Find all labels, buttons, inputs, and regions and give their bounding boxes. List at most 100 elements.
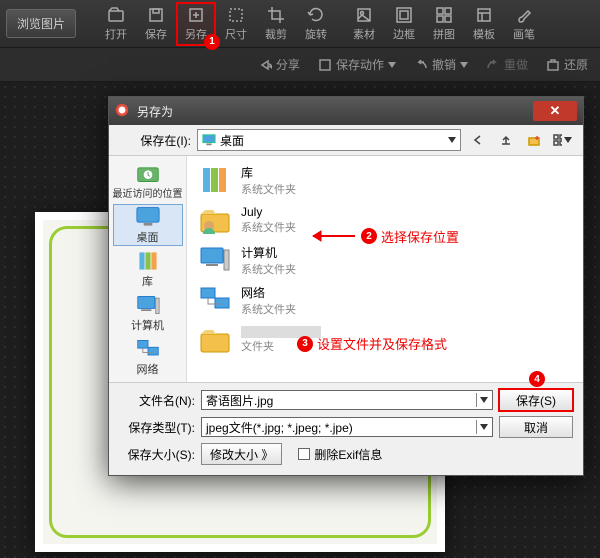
up-icon bbox=[499, 133, 513, 147]
tool-collage[interactable]: 拼图 bbox=[424, 2, 464, 46]
save-as-icon bbox=[187, 6, 205, 24]
restore-button[interactable]: 还原 bbox=[546, 56, 588, 73]
nav-back-button[interactable] bbox=[467, 129, 489, 151]
disk-icon bbox=[318, 58, 332, 72]
app-icon bbox=[115, 103, 131, 119]
tool-label: 素材 bbox=[353, 26, 375, 42]
network-icon bbox=[134, 337, 162, 361]
desktop-icon bbox=[134, 205, 162, 229]
recent-icon bbox=[134, 161, 162, 185]
view-mode-button[interactable] bbox=[551, 129, 573, 151]
tool-label: 模板 bbox=[473, 26, 495, 42]
tool-save[interactable]: 保存 bbox=[136, 2, 176, 46]
filetype-dropdown[interactable]: jpeg文件(*.jpg; *.jpeg; *.jpe) bbox=[201, 417, 493, 437]
places-bar: 最近访问的位置 桌面 库 计算机 网络 bbox=[109, 156, 187, 382]
tool-template[interactable]: 模板 bbox=[464, 2, 504, 46]
close-button[interactable]: ✕ bbox=[533, 101, 577, 121]
share-button[interactable]: 分享 bbox=[258, 56, 300, 73]
tool-rotate[interactable]: 旋转 bbox=[296, 2, 336, 46]
computer-icon bbox=[134, 293, 162, 317]
cancel-button[interactable]: 取消 bbox=[499, 416, 573, 438]
tool-label: 打开 bbox=[105, 26, 127, 42]
tool-crop[interactable]: 裁剪 bbox=[256, 2, 296, 46]
file-item-network[interactable]: 网络系统文件夹 bbox=[193, 280, 577, 320]
border-icon bbox=[395, 6, 413, 24]
chevron-down-icon bbox=[448, 137, 456, 143]
browse-images-button[interactable]: 浏览图片 bbox=[6, 9, 76, 38]
annotation-badge-1: 1 bbox=[204, 34, 220, 50]
filetype-label: 保存类型(T): bbox=[119, 419, 195, 436]
file-list[interactable]: 库系统文件夹 July系统文件夹 计算机系统文件夹 网络系统文件夹 文件夹 2 … bbox=[187, 156, 583, 382]
save-in-row: 保存在(I): 桌面 bbox=[109, 125, 583, 155]
save-as-dialog: 另存为 ✕ 保存在(I): 桌面 最近访问的位置 桌面 库 计算机 网络 库系统… bbox=[108, 96, 584, 476]
place-computer[interactable]: 计算机 bbox=[113, 292, 183, 334]
brush-icon bbox=[515, 6, 533, 24]
dialog-title-text: 另存为 bbox=[137, 103, 173, 120]
chevron-down-icon[interactable] bbox=[476, 393, 490, 407]
open-icon bbox=[107, 6, 125, 24]
undo-icon bbox=[414, 58, 428, 72]
collage-icon bbox=[435, 6, 453, 24]
tool-save-as[interactable]: 另存1 bbox=[176, 2, 216, 46]
chevron-down-icon bbox=[460, 62, 468, 68]
save-icon bbox=[147, 6, 165, 24]
user-folder-icon bbox=[197, 204, 233, 236]
tool-label: 拼图 bbox=[433, 26, 455, 42]
monitor-icon bbox=[202, 133, 216, 147]
libraries-icon bbox=[197, 164, 233, 196]
rotate-icon bbox=[307, 6, 325, 24]
tool-border[interactable]: 边框 bbox=[384, 2, 424, 46]
computer-icon bbox=[197, 244, 233, 276]
tool-assets[interactable]: 素材 bbox=[344, 2, 384, 46]
chevron-down-icon bbox=[388, 62, 396, 68]
annotation-step2: 2 选择保存位置 bbox=[307, 226, 459, 246]
delete-exif-checkbox[interactable]: 删除Exif信息 bbox=[298, 446, 382, 463]
size-icon bbox=[227, 6, 245, 24]
back-icon bbox=[471, 133, 485, 147]
sub-toolbar: 分享 保存动作 撤销 重做 还原 bbox=[0, 48, 600, 82]
checkbox-icon bbox=[298, 448, 310, 460]
chevron-down-icon[interactable] bbox=[476, 420, 490, 434]
dialog-body: 最近访问的位置 桌面 库 计算机 网络 库系统文件夹 July系统文件夹 计算机… bbox=[109, 155, 583, 383]
file-item-libraries[interactable]: 库系统文件夹 bbox=[193, 160, 577, 200]
redo-button[interactable]: 重做 bbox=[486, 56, 528, 73]
share-icon bbox=[258, 58, 272, 72]
filesize-label: 保存大小(S): bbox=[119, 446, 195, 463]
tool-size[interactable]: 尺寸 bbox=[216, 2, 256, 46]
main-toolbar: 浏览图片 打开 保存 另存1 尺寸 裁剪 旋转 素材 边框 拼图 模板 画笔 bbox=[0, 0, 600, 48]
place-libraries[interactable]: 库 bbox=[113, 248, 183, 290]
dialog-titlebar[interactable]: 另存为 ✕ bbox=[109, 97, 583, 125]
annotation-badge-4: 4 bbox=[529, 371, 545, 387]
template-icon bbox=[475, 6, 493, 24]
folder-icon bbox=[197, 324, 233, 356]
libraries-icon bbox=[134, 249, 162, 273]
location-dropdown[interactable]: 桌面 bbox=[197, 129, 461, 151]
filename-label: 文件名(N): bbox=[119, 392, 195, 409]
save-button[interactable]: 保存(S) bbox=[499, 389, 573, 411]
new-folder-button[interactable] bbox=[523, 129, 545, 151]
annotation-step3: 3 设置文件并及保存格式 bbox=[297, 334, 447, 353]
dialog-bottom: 文件名(N): 寄语图片.jpg 4 保存(S) 保存类型(T): jpeg文件… bbox=[109, 383, 583, 475]
tool-label: 裁剪 bbox=[265, 26, 287, 42]
tool-brush[interactable]: 画笔 bbox=[504, 2, 544, 46]
filename-input[interactable]: 寄语图片.jpg bbox=[201, 390, 493, 410]
tool-label: 尺寸 bbox=[225, 26, 247, 42]
place-recent[interactable]: 最近访问的位置 bbox=[113, 160, 183, 202]
file-item-computer[interactable]: 计算机系统文件夹 bbox=[193, 240, 577, 280]
tool-label: 画笔 bbox=[513, 26, 535, 42]
nav-up-button[interactable] bbox=[495, 129, 517, 151]
tool-label: 保存 bbox=[145, 26, 167, 42]
save-in-label: 保存在(I): bbox=[119, 132, 191, 149]
assets-icon bbox=[355, 6, 373, 24]
tool-open[interactable]: 打开 bbox=[96, 2, 136, 46]
place-network[interactable]: 网络 bbox=[113, 336, 183, 378]
redo-icon bbox=[486, 58, 500, 72]
tool-label: 边框 bbox=[393, 26, 415, 42]
view-icon bbox=[552, 133, 562, 147]
save-action-button[interactable]: 保存动作 bbox=[318, 56, 396, 73]
resize-button[interactable]: 修改大小 》 bbox=[201, 443, 282, 465]
undo-button[interactable]: 撤销 bbox=[414, 56, 468, 73]
place-desktop[interactable]: 桌面 bbox=[113, 204, 183, 246]
tool-label: 旋转 bbox=[305, 26, 327, 42]
new-folder-icon bbox=[527, 133, 541, 147]
